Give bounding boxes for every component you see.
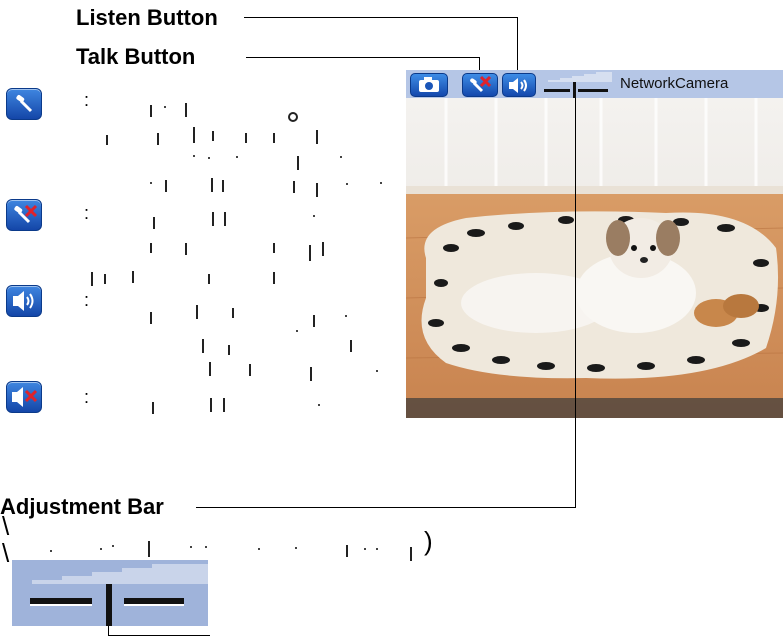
legend-colon: : [84, 387, 90, 407]
legend-colon: : [84, 290, 90, 310]
camera-title: NetworkCamera [620, 75, 729, 92]
enlarged-leader-line [108, 635, 210, 636]
adjustment-leader-rise [575, 98, 576, 508]
speaker-muted-icon [6, 381, 42, 413]
caption-fragment-right: ) [424, 526, 433, 556]
legend-colon: : [84, 90, 90, 110]
legend-colon: : [84, 203, 90, 223]
adjustment-leader-line [196, 507, 576, 508]
listen-button[interactable] [502, 73, 536, 97]
listen-leader-drop [517, 17, 518, 73]
adjustment-bar-callout: Adjustment Bar [0, 494, 164, 519]
talk-button-callout: Talk Button [76, 44, 196, 69]
speaker-icon [6, 285, 42, 317]
microphone-icon [6, 88, 42, 120]
camera-live-image [406, 98, 783, 418]
talk-leader-line [246, 57, 480, 58]
caption-fragment-left2: \ [2, 538, 10, 568]
caption-fragment-left: \ [2, 511, 10, 541]
listen-leader-line [244, 17, 518, 18]
camera-snapshot-icon[interactable] [410, 73, 448, 97]
listen-button-callout: Listen Button [76, 5, 218, 30]
volume-adjustment-bar[interactable] [538, 70, 614, 98]
adjustment-bar-enlarged [12, 560, 208, 626]
camera-toolbar: NetworkCamera [406, 70, 783, 98]
talk-button[interactable] [462, 73, 498, 97]
microphone-muted-icon [6, 199, 42, 231]
